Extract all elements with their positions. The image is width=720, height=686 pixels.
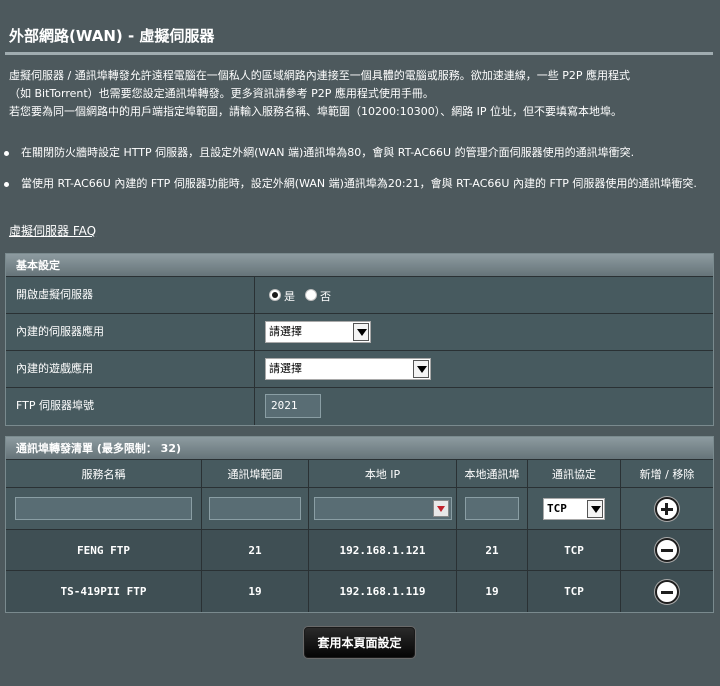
port-forwarding-table: 通訊埠轉發清單 (最多限制： 32) 服務名稱 通訊埠範圍 本地 IP 本地通訊… bbox=[5, 436, 714, 613]
enable-value: 是 否 bbox=[255, 277, 713, 313]
row-local-port: 21 bbox=[457, 530, 528, 570]
basic-settings-header: 基本設定 bbox=[6, 254, 713, 277]
new-local-port-cell bbox=[457, 488, 528, 529]
new-protocol-cell: TCP bbox=[528, 488, 621, 529]
basic-settings-table: 基本設定 開啟虛擬伺服器 是 否 內建的伺服器應用 請選擇 內建的遊戲應用 請選… bbox=[5, 253, 714, 426]
col-protocol: 通訊協定 bbox=[528, 460, 621, 487]
port-forwarding-header: 通訊埠轉發清單 (最多限制： 32) bbox=[6, 437, 713, 460]
radio-no-label: 否 bbox=[320, 290, 331, 303]
row-server-app: 內建的伺服器應用 請選擇 bbox=[6, 314, 713, 351]
description-line-3: 若您要為同一個網路中的用戶端指定埠範圍，請輸入服務名稱、埠範圍（10200:10… bbox=[9, 105, 623, 118]
radio-yes-label: 是 bbox=[284, 290, 295, 303]
description-line-2: （如 BitTorrent）也需要您設定通訊埠轉發。更多資訊請參考 P2P 應用… bbox=[9, 87, 434, 100]
new-entry-row: TCP bbox=[6, 488, 713, 530]
radio-no[interactable] bbox=[305, 289, 317, 301]
forwarding-list: 服務名稱 通訊埠範圍 本地 IP 本地通訊埠 通訊協定 新增 / 移除 TCP … bbox=[6, 460, 713, 612]
ftp-port-value: 2021 bbox=[255, 388, 713, 425]
row-remove-cell bbox=[621, 530, 713, 570]
row-protocol: TCP bbox=[528, 530, 621, 570]
row-local-ip: 192.168.1.121 bbox=[309, 530, 457, 570]
new-local-ip-cell bbox=[309, 488, 457, 529]
apply-button[interactable]: 套用本頁面設定 bbox=[304, 627, 415, 658]
row-game-app: 內建的遊戲應用 請選擇 bbox=[6, 351, 713, 388]
row-port-range: 21 bbox=[202, 530, 309, 570]
note-text: 當使用 RT-AC66U 內建的 FTP 伺服器功能時，設定外網(WAN 端)通… bbox=[21, 177, 697, 190]
ftp-port-input[interactable]: 2021 bbox=[265, 394, 321, 418]
table-row: FENG FTP 21 192.168.1.121 21 TCP bbox=[6, 530, 713, 571]
row-local-port: 19 bbox=[457, 571, 528, 612]
row-port-range: 19 bbox=[202, 571, 309, 612]
plus-circle-icon[interactable] bbox=[655, 496, 679, 521]
protocol-selected: TCP bbox=[547, 501, 567, 515]
row-ftp-port: FTP 伺服器埠號 2021 bbox=[6, 388, 713, 425]
description: 虛擬伺服器 / 通訊埠轉發允許遠程電腦在一個私人的區域網路內連接至一個具體的電腦… bbox=[9, 67, 714, 121]
faq-link[interactable]: 虛擬伺服器 FAQ bbox=[9, 222, 96, 239]
col-local-port: 本地通訊埠 bbox=[457, 460, 528, 487]
server-app-label: 內建的伺服器應用 bbox=[6, 314, 255, 350]
new-port-range-cell bbox=[202, 488, 309, 529]
col-add-remove: 新增 / 移除 bbox=[639, 467, 695, 481]
game-app-value: 請選擇 bbox=[255, 351, 713, 387]
row-enable-virtual-server: 開啟虛擬伺服器 是 否 bbox=[6, 277, 713, 314]
radio-yes[interactable] bbox=[269, 289, 281, 301]
column-headers: 服務名稱 通訊埠範圍 本地 IP 本地通訊埠 通訊協定 新增 / 移除 bbox=[6, 460, 713, 488]
row-protocol: TCP bbox=[528, 571, 621, 612]
new-add-cell bbox=[621, 488, 713, 529]
ftp-port-label: FTP 伺服器埠號 bbox=[6, 388, 255, 425]
caret-down-icon[interactable] bbox=[432, 500, 449, 517]
row-service-name: FENG FTP bbox=[6, 530, 202, 570]
game-app-select[interactable]: 請選擇 bbox=[265, 358, 431, 380]
server-app-selected: 請選擇 bbox=[269, 325, 302, 338]
game-app-label: 內建的遊戲應用 bbox=[6, 351, 255, 387]
new-service-cell bbox=[6, 488, 202, 529]
col-port-range: 通訊埠範圍 bbox=[202, 460, 309, 487]
service-name-input[interactable] bbox=[15, 497, 192, 520]
port-range-input[interactable] bbox=[209, 497, 301, 520]
row-local-ip: 192.168.1.119 bbox=[309, 571, 457, 612]
enable-label: 開啟虛擬伺服器 bbox=[6, 277, 255, 313]
chevron-down-icon bbox=[353, 323, 369, 341]
chevron-down-icon bbox=[413, 360, 429, 378]
note-text: 在關閉防火牆時設定 HTTP 伺服器，且設定外網(WAN 端)通訊埠為80，會與… bbox=[21, 146, 635, 159]
row-remove-cell bbox=[621, 571, 713, 612]
chevron-down-icon bbox=[587, 499, 603, 518]
bullet-dot bbox=[4, 182, 9, 187]
server-app-select[interactable]: 請選擇 bbox=[265, 321, 371, 343]
page-title: 外部網路(WAN) - 虛擬伺服器 bbox=[9, 27, 215, 45]
title-divider bbox=[5, 52, 713, 55]
local-ip-combobox[interactable] bbox=[313, 497, 452, 520]
game-app-selected: 請選擇 bbox=[269, 362, 302, 375]
minus-circle-icon[interactable] bbox=[655, 579, 679, 604]
description-line-1: 虛擬伺服器 / 通訊埠轉發允許遠程電腦在一個私人的區域網路內連接至一個具體的電腦… bbox=[9, 69, 630, 82]
protocol-select[interactable]: TCP bbox=[543, 497, 605, 520]
row-service-name: TS-419PII FTP bbox=[6, 571, 202, 612]
server-app-value: 請選擇 bbox=[255, 314, 713, 350]
col-service-name: 服務名稱 bbox=[6, 460, 202, 487]
bullet-dot bbox=[4, 151, 9, 156]
col-local-ip: 本地 IP bbox=[309, 460, 457, 487]
local-port-input[interactable] bbox=[465, 497, 519, 520]
table-row: TS-419PII FTP 19 192.168.1.119 19 TCP bbox=[6, 571, 713, 612]
minus-circle-icon[interactable] bbox=[655, 538, 679, 562]
